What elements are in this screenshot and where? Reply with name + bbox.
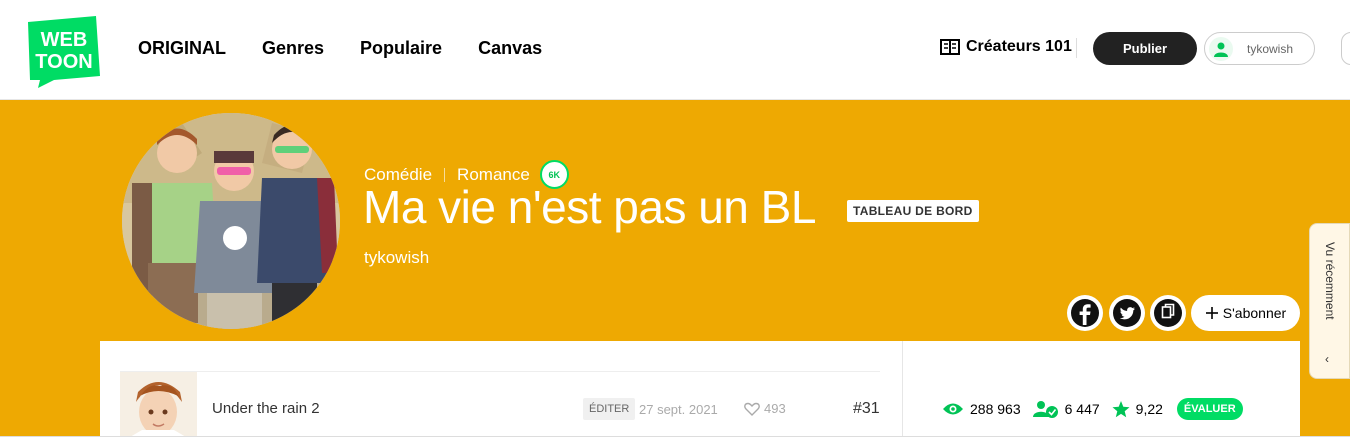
series-title: Ma vie n'est pas un BL [363, 181, 816, 233]
main-nav: ORIGINAL Genres Populaire Canvas [138, 38, 542, 59]
series-cover-image [122, 113, 340, 329]
rating-value: 9,22 [1135, 401, 1163, 417]
episode-likes: 493 [744, 401, 786, 416]
episode-title[interactable]: Under the rain 2 [212, 400, 320, 417]
creators-101-link[interactable]: Créateurs 101 [940, 38, 1072, 56]
heart-icon [744, 402, 760, 416]
likes-count: 493 [764, 401, 786, 416]
dashboard-button[interactable]: TABLEAU DE BORD [847, 200, 979, 222]
rating-stat: 9,22 [1112, 400, 1163, 418]
logo-line2: TOON [35, 51, 92, 73]
facebook-share-button[interactable] [1067, 295, 1103, 331]
copy-link-button[interactable] [1150, 295, 1186, 331]
top-header: WEB TOON ORIGINAL Genres Populaire Canva… [0, 0, 1350, 100]
nav-original[interactable]: ORIGINAL [138, 38, 226, 59]
creators-101-label: Créateurs 101 [966, 38, 1072, 55]
header-divider [1076, 38, 1077, 58]
user-icon [1214, 42, 1228, 57]
facebook-icon [1071, 299, 1099, 327]
chevron-left-icon: ‹ [1325, 352, 1329, 366]
recently-viewed-label: Vu récemment [1323, 242, 1337, 320]
avatar [1209, 36, 1233, 61]
nav-popular[interactable]: Populaire [360, 38, 442, 59]
nav-genres[interactable]: Genres [262, 38, 324, 59]
views-count: 288 963 [970, 401, 1021, 417]
plus-icon [1205, 307, 1218, 319]
rate-button[interactable]: ÉVALUER [1176, 398, 1243, 420]
twitter-share-button[interactable] [1109, 295, 1145, 331]
episode-panel: Under the rain 2 ÉDITER 27 sept. 2021 49… [100, 341, 1300, 437]
episode-thumbnail[interactable] [120, 372, 197, 437]
subscribers-count: 6 447 [1064, 401, 1100, 417]
series-author[interactable]: tykowish [364, 248, 429, 268]
nav-canvas[interactable]: Canvas [478, 38, 542, 59]
publish-button[interactable]: Publier [1093, 32, 1197, 65]
webtoon-logo[interactable]: WEB TOON [24, 14, 102, 88]
eye-icon [943, 403, 963, 415]
episode-date: 27 sept. 2021 [639, 402, 718, 417]
edit-episode-button[interactable]: ÉDITER [583, 398, 636, 420]
list-divider [120, 371, 880, 372]
username-label: tykowish [1247, 41, 1294, 56]
subscribers-stat: 6 447 [1032, 400, 1100, 418]
subscribe-label: S'abonner [1222, 305, 1287, 321]
more-button[interactable] [1341, 32, 1350, 65]
panel-divider [902, 341, 903, 437]
subscribers-icon [1032, 401, 1058, 418]
user-menu-button[interactable]: tykowish [1204, 32, 1315, 65]
logo-line1: WEB [41, 29, 88, 51]
copy-icon [1154, 299, 1182, 327]
book-icon [940, 39, 960, 55]
series-stats: 288 963 6 447 9,22 ÉVALUER [942, 398, 1243, 420]
subscribe-button[interactable]: S'abonner [1191, 295, 1300, 331]
recently-viewed-tab[interactable]: Vu récemment ‹ [1309, 223, 1350, 379]
twitter-icon [1113, 299, 1141, 327]
views-stat: 288 963 [942, 401, 1021, 417]
episode-number: #31 [853, 400, 880, 417]
star-icon [1112, 400, 1130, 417]
